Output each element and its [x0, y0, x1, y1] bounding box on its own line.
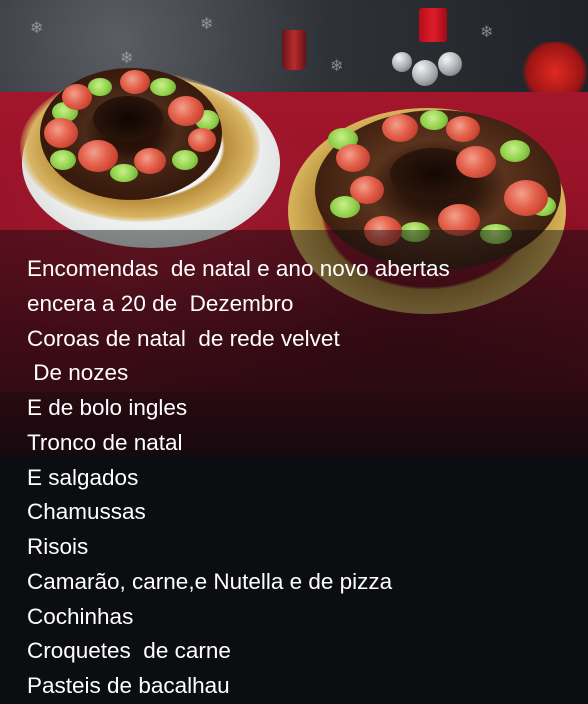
rose-frosting	[504, 180, 548, 216]
rose-frosting	[168, 96, 204, 126]
wreath-cake-hole	[93, 96, 163, 142]
silver-ornament	[438, 52, 462, 76]
rose-frosting	[336, 144, 370, 172]
silver-ornament	[392, 52, 412, 72]
post-caption: Encomendas de natal e ano novo abertas en…	[0, 252, 588, 704]
rose-frosting	[456, 146, 496, 178]
silver-ornament	[412, 60, 438, 86]
snowflake-icon: ❄	[200, 16, 214, 33]
caption-line: Coroas de natal de rede velvet	[27, 325, 340, 351]
snowflake-icon: ❄	[120, 50, 134, 67]
caption-line: Tronco de natal	[27, 429, 183, 455]
caption-line: Camarão, carne,e Nutella e de pizza	[27, 568, 393, 594]
caption-line: encera a 20 de Dezembro	[27, 290, 294, 316]
rose-frosting	[446, 116, 480, 142]
rose-frosting	[120, 70, 150, 94]
caption-line: Chamussas	[27, 499, 146, 525]
rose-frosting	[44, 118, 78, 148]
rose-frosting	[134, 148, 166, 174]
green-frosting	[150, 78, 176, 96]
snowflake-icon: ❄	[30, 20, 44, 37]
snowflake-icon: ❄	[330, 58, 344, 75]
rose-frosting	[382, 114, 418, 142]
snowflake-icon: ❄	[480, 24, 494, 41]
rose-frosting	[62, 84, 92, 110]
caption-line: E salgados	[27, 464, 139, 490]
red-candle	[419, 8, 447, 42]
green-frosting	[110, 164, 138, 182]
red-glass	[282, 30, 306, 70]
caption-line: De nozes	[27, 360, 129, 386]
caption-line: Cochinhas	[27, 603, 134, 629]
green-frosting	[172, 150, 198, 170]
green-frosting	[420, 110, 448, 130]
caption-line: Encomendas de natal e ano novo abertas	[27, 256, 450, 281]
green-frosting	[500, 140, 530, 162]
rose-frosting	[188, 128, 216, 152]
caption-line: E de bolo ingles	[27, 395, 188, 420]
caption-line: Croquetes de carne	[27, 638, 231, 664]
rose-frosting	[350, 176, 384, 204]
green-frosting	[50, 150, 76, 170]
caption-line: Risois	[27, 534, 89, 559]
rose-frosting	[78, 140, 118, 172]
